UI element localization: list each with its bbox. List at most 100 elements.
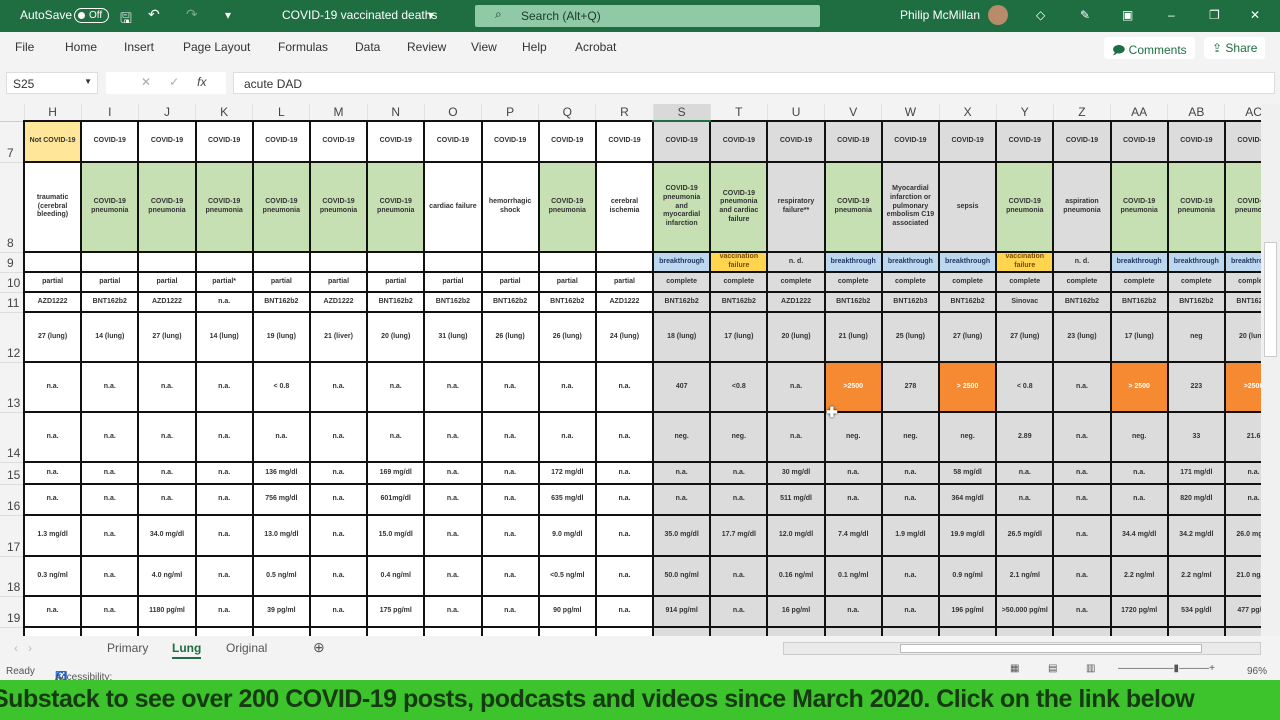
cell-l16[interactable]: 756 mg/dl: [251, 483, 311, 516]
cell-p8[interactable]: hemorrhagic shock: [480, 161, 540, 253]
cell-k10[interactable]: partial*: [194, 271, 254, 293]
cell-u7[interactable]: COVID-19: [766, 120, 826, 163]
close-icon[interactable]: ✕: [1250, 8, 1260, 22]
cell-k17[interactable]: n.a.: [194, 514, 254, 557]
column-header-z[interactable]: Z: [1053, 104, 1112, 122]
cell-v18[interactable]: 0.1 ng/ml: [823, 555, 883, 597]
cell-x10[interactable]: complete: [937, 271, 998, 293]
cell-o7[interactable]: COVID-19: [423, 120, 483, 163]
cell-m14[interactable]: n.a.: [308, 411, 369, 463]
cell-l11[interactable]: BNT162b2: [251, 291, 311, 313]
cell-o11[interactable]: BNT162b2: [423, 291, 483, 313]
cell-h8[interactable]: traumatic (cerebral bleeding): [22, 161, 83, 253]
cell-p10[interactable]: partial: [480, 271, 540, 293]
cell-ab20[interactable]: [1166, 626, 1226, 636]
cell-p11[interactable]: BNT162b2: [480, 291, 540, 313]
cell-w7[interactable]: COVID-19: [880, 120, 941, 163]
cell-u11[interactable]: AZD1222: [766, 291, 826, 313]
cell-r9[interactable]: [594, 251, 655, 273]
cell-k20[interactable]: [194, 626, 254, 636]
cell-j15[interactable]: n.a.: [137, 461, 197, 485]
cell-l12[interactable]: 19 (lung): [251, 311, 311, 363]
cell-h18[interactable]: 0.3 ng/ml: [22, 555, 83, 597]
page-layout-view-icon[interactable]: ▤: [1048, 663, 1057, 674]
cell-v10[interactable]: complete: [823, 271, 883, 293]
cell-y10[interactable]: complete: [995, 271, 1055, 293]
title-dropdown-icon[interactable]: ▾: [428, 8, 434, 22]
cell-q9[interactable]: [537, 251, 597, 273]
cell-aa18[interactable]: 2.2 ng/ml: [1109, 555, 1169, 597]
cell-n10[interactable]: partial: [366, 271, 426, 293]
cell-z12[interactable]: 23 (lung): [1052, 311, 1112, 363]
cell-r17[interactable]: n.a.: [594, 514, 655, 557]
cell-h17[interactable]: 1.3 mg/dl: [22, 514, 83, 557]
cell-y9[interactable]: vaccination failure: [995, 251, 1055, 273]
cell-r13[interactable]: n.a.: [594, 361, 655, 413]
cell-v7[interactable]: COVID-19: [823, 120, 883, 163]
cell-n13[interactable]: n.a.: [366, 361, 426, 413]
function-icon[interactable]: fx: [197, 75, 206, 89]
cell-j7[interactable]: COVID-19: [137, 120, 197, 163]
cell-u8[interactable]: respiratory failure**: [766, 161, 826, 253]
cell-y19[interactable]: >50.000 pg/ml: [995, 595, 1055, 628]
menu-page-layout[interactable]: Page Layout: [183, 40, 250, 54]
cell-t18[interactable]: n.a.: [709, 555, 769, 597]
cell-k12[interactable]: 14 (lung): [194, 311, 254, 363]
cell-l9[interactable]: [251, 251, 311, 273]
cell-q8[interactable]: COVID-19 pneumonia: [537, 161, 597, 253]
column-header-v[interactable]: V: [824, 104, 883, 122]
cell-p20[interactable]: [480, 626, 540, 636]
cell-i18[interactable]: n.a.: [80, 555, 140, 597]
cell-s14[interactable]: neg.: [652, 411, 712, 463]
cell-n15[interactable]: 169 mg/dl: [366, 461, 426, 485]
cell-aa9[interactable]: breakthrough: [1109, 251, 1169, 273]
row-header[interactable]: 11: [0, 292, 24, 313]
cell-w19[interactable]: n.a.: [880, 595, 941, 628]
cell-i11[interactable]: BNT162b2: [80, 291, 140, 313]
row-header[interactable]: 19: [0, 596, 24, 628]
cell-i10[interactable]: partial: [80, 271, 140, 293]
cell-r11[interactable]: AZD1222: [594, 291, 655, 313]
column-header-q[interactable]: Q: [538, 104, 597, 122]
cell-q18[interactable]: <0.5 ng/ml: [537, 555, 597, 597]
cell-ac17[interactable]: 26.0 mg/dl: [1223, 514, 1261, 557]
column-header-t[interactable]: T: [710, 104, 768, 122]
cell-x7[interactable]: COVID-19: [937, 120, 998, 163]
cell-q12[interactable]: 26 (lung): [537, 311, 597, 363]
cell-x18[interactable]: 0.9 ng/ml: [937, 555, 998, 597]
cell-i19[interactable]: n.a.: [80, 595, 140, 628]
cell-ac18[interactable]: 21.0 ng/ml: [1223, 555, 1261, 597]
cell-w12[interactable]: 25 (lung): [880, 311, 941, 363]
cell-q11[interactable]: BNT162b2: [537, 291, 597, 313]
cell-z16[interactable]: n.a.: [1052, 483, 1112, 516]
cell-t15[interactable]: n.a.: [709, 461, 769, 485]
cell-v17[interactable]: 7.4 mg/dl: [823, 514, 883, 557]
cell-x17[interactable]: 19.9 mg/dl: [937, 514, 998, 557]
cell-z7[interactable]: COVID-19: [1052, 120, 1112, 163]
row-header[interactable]: 7: [0, 121, 24, 163]
cell-l13[interactable]: < 0.8: [251, 361, 311, 413]
cell-p15[interactable]: n.a.: [480, 461, 540, 485]
cell-s9[interactable]: breakthrough: [652, 251, 712, 273]
cell-i14[interactable]: n.a.: [80, 411, 140, 463]
cell-aa17[interactable]: 34.4 mg/dl: [1109, 514, 1169, 557]
cell-u12[interactable]: 20 (lung): [766, 311, 826, 363]
select-all-corner[interactable]: [0, 104, 25, 122]
cell-x15[interactable]: 58 mg/dl: [937, 461, 998, 485]
cell-o12[interactable]: 31 (lung): [423, 311, 483, 363]
cell-i16[interactable]: n.a.: [80, 483, 140, 516]
cell-s10[interactable]: complete: [652, 271, 712, 293]
cell-k8[interactable]: COVID-19 pneumonia: [194, 161, 254, 253]
cell-ac20[interactable]: [1223, 626, 1261, 636]
cell-ac11[interactable]: BNT162b2: [1223, 291, 1261, 313]
cell-i12[interactable]: 14 (lung): [80, 311, 140, 363]
cell-n20[interactable]: [366, 626, 426, 636]
cell-t17[interactable]: 17.7 mg/dl: [709, 514, 769, 557]
cell-n9[interactable]: [366, 251, 426, 273]
name-box[interactable]: S25 ▼: [6, 72, 98, 94]
cell-o20[interactable]: [423, 626, 483, 636]
cell-r8[interactable]: cerebral ischemia: [594, 161, 655, 253]
cell-m7[interactable]: COVID-19: [308, 120, 369, 163]
cell-ab17[interactable]: 34.2 mg/dl: [1166, 514, 1226, 557]
menu-formulas[interactable]: Formulas: [278, 40, 328, 54]
